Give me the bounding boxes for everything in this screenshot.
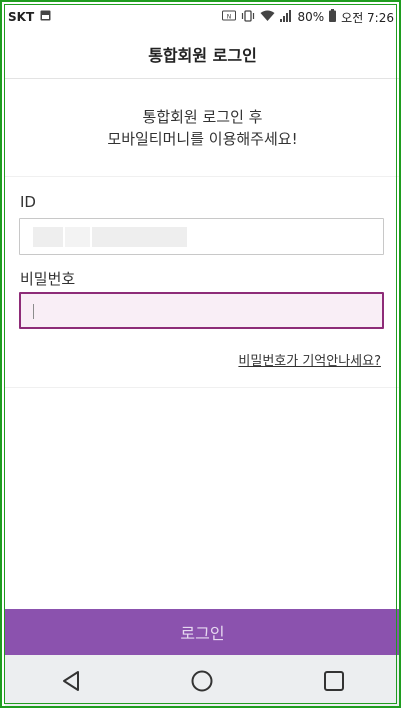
- masked-id-segment: [65, 227, 90, 247]
- status-bar: SKT N 80% 오전 7:26: [5, 5, 399, 29]
- text-caret: [33, 304, 34, 319]
- intro-line-2: 모바일티머니를 이용해주세요!: [107, 129, 298, 148]
- battery-icon: [329, 9, 337, 25]
- recent-apps-square-icon: [324, 671, 345, 691]
- carrier-label: SKT: [8, 10, 35, 24]
- gallery-notification-icon: [40, 10, 51, 24]
- password-input[interactable]: [19, 292, 384, 329]
- masked-id-segment: [92, 227, 187, 247]
- status-bar-right: N 80% 오전 7:26: [222, 9, 399, 26]
- page-title: 통합회원 로그인: [148, 45, 257, 65]
- back-button[interactable]: [51, 661, 91, 701]
- signal-icon: [280, 9, 292, 25]
- password-label: 비밀번호: [20, 270, 76, 288]
- battery-percent: 80%: [297, 10, 325, 24]
- login-button[interactable]: 로그인: [5, 609, 399, 655]
- section-divider: [5, 387, 399, 388]
- clock-time: 오전 7:26: [341, 10, 394, 25]
- home-button[interactable]: [182, 661, 222, 701]
- system-navigation-bar: [5, 655, 399, 706]
- home-circle-icon: [191, 670, 213, 692]
- intro-line-1: 통합회원 로그인 후: [142, 107, 263, 126]
- login-button-label: 로그인: [180, 624, 225, 643]
- id-input[interactable]: [19, 218, 384, 255]
- vibrate-icon: [241, 9, 255, 25]
- app-frame: SKT N 80% 오전 7:26 통합회원 로그인 통합회원 로그인 후 모바…: [0, 0, 401, 708]
- recent-apps-button[interactable]: [314, 661, 354, 701]
- id-label: ID: [20, 193, 36, 211]
- intro-message: 통합회원 로그인 후 모바일티머니를 이용해주세요!: [5, 79, 399, 177]
- forgot-password-link[interactable]: 비밀번호가 기억안나세요?: [238, 350, 381, 369]
- nfc-icon: N: [222, 10, 237, 24]
- back-triangle-icon: [62, 671, 79, 691]
- page-header: 통합회원 로그인: [5, 29, 399, 79]
- status-bar-left: SKT: [5, 10, 51, 24]
- masked-id-segment: [33, 227, 63, 247]
- wifi-icon: [260, 10, 275, 25]
- svg-text:N: N: [227, 14, 232, 21]
